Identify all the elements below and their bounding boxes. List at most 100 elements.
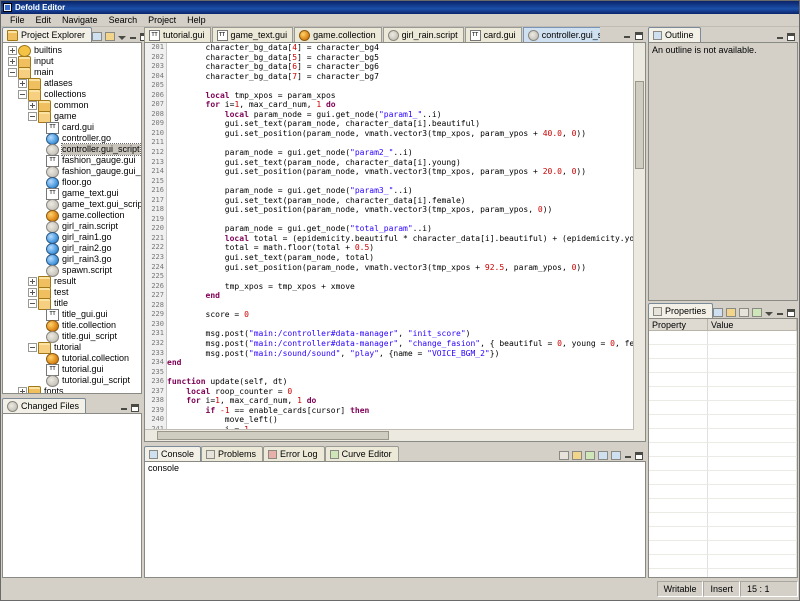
property-value-cell[interactable]: [707, 414, 797, 429]
property-name-cell[interactable]: [649, 358, 708, 373]
collapse-all-icon[interactable]: [92, 32, 103, 41]
display-selected-icon[interactable]: [598, 451, 608, 460]
tab-outline[interactable]: Outline: [648, 27, 701, 42]
properties-row[interactable]: [649, 568, 797, 577]
minimize-icon[interactable]: [623, 32, 631, 40]
maximize-icon[interactable]: [787, 308, 796, 317]
tree-item[interactable]: result: [3, 275, 141, 288]
property-name-cell[interactable]: [649, 554, 708, 569]
code-line[interactable]: score = 0: [167, 310, 634, 320]
console-tab[interactable]: Curve Editor: [324, 446, 399, 461]
editor-tab[interactable]: TT tutorial.gui: [144, 27, 211, 42]
expand-icon[interactable]: [28, 101, 37, 110]
code-line[interactable]: [167, 81, 634, 91]
console-body[interactable]: console: [144, 461, 646, 578]
property-name-cell[interactable]: [649, 400, 708, 415]
property-value-cell[interactable]: [707, 428, 797, 443]
view-menu-icon[interactable]: [118, 35, 127, 40]
property-name-cell[interactable]: [649, 568, 708, 577]
properties-row[interactable]: [649, 442, 797, 457]
tree-item[interactable]: tutorial.gui_script: [3, 374, 141, 387]
console-tab[interactable]: Problems: [201, 446, 264, 461]
property-name-cell[interactable]: [649, 484, 708, 499]
property-name-cell[interactable]: [649, 498, 708, 513]
property-value-cell[interactable]: [707, 484, 797, 499]
editor-tab[interactable]: TT game_text.gui: [211, 27, 294, 42]
minimize-icon[interactable]: [776, 309, 784, 317]
property-value-cell[interactable]: [707, 400, 797, 415]
code-line[interactable]: local roop_counter = 0: [167, 387, 634, 397]
properties-row[interactable]: [649, 414, 797, 429]
property-name-cell[interactable]: [649, 540, 708, 555]
properties-row[interactable]: [649, 372, 797, 387]
property-value-cell[interactable]: [707, 358, 797, 373]
tree-item[interactable]: controller.go: [3, 132, 141, 145]
expand-icon[interactable]: [8, 57, 17, 66]
code-line[interactable]: character_bg_data[6] = character_bg6: [167, 62, 634, 72]
code-line[interactable]: local param_node = gui.get_node("param1_…: [167, 110, 634, 120]
tree-item[interactable]: floor.go: [3, 176, 141, 189]
property-value-cell[interactable]: [707, 470, 797, 485]
tab-project-explorer[interactable]: Project Explorer: [2, 27, 93, 42]
code-line[interactable]: end: [167, 291, 634, 301]
minimize-icon[interactable]: [129, 33, 137, 41]
expand-icon[interactable]: [28, 277, 37, 286]
properties-row[interactable]: [649, 428, 797, 443]
collapse-icon[interactable]: [18, 90, 27, 99]
code-line[interactable]: local tmp_xpos = param_xpos: [167, 91, 634, 101]
maximize-icon[interactable]: [635, 451, 643, 460]
tree-item[interactable]: girl_rain1.go: [3, 231, 141, 244]
editor-body[interactable]: 201 202 203 204 205 206 207 208 209 210 211 212 213 2…: [144, 42, 646, 442]
view-menu-icon[interactable]: [765, 311, 774, 316]
menu-help[interactable]: Help: [182, 14, 212, 26]
code-line[interactable]: gui.set_position(param_node, vmath.vecto…: [167, 129, 634, 139]
code-line[interactable]: gui.set_text(param_node, total): [167, 253, 634, 263]
property-name-cell[interactable]: [649, 526, 708, 541]
tree-item[interactable]: spawn.script: [3, 264, 141, 277]
code-line[interactable]: param_node = gui.get_node("total_param".…: [167, 224, 634, 234]
collapse-icon[interactable]: [28, 112, 37, 121]
tree-item[interactable]: game: [3, 110, 141, 123]
tree-item[interactable]: main: [3, 66, 141, 79]
tree-item[interactable]: game_text.gui_script: [3, 198, 141, 211]
menu-edit[interactable]: Edit: [31, 14, 58, 26]
open-console-icon[interactable]: [611, 451, 621, 460]
property-value-cell[interactable]: [707, 386, 797, 401]
code-area[interactable]: 201 202 203 204 205 206 207 208 209 210 211 212 213 2…: [145, 43, 634, 430]
menu-file[interactable]: File: [5, 14, 31, 26]
expand-icon[interactable]: [18, 79, 27, 88]
horizontal-scroll-thumb[interactable]: [157, 431, 389, 440]
vertical-scroll-thumb[interactable]: [635, 81, 644, 169]
tree-item[interactable]: TT title_gui.gui: [3, 308, 141, 321]
link-with-editor-icon[interactable]: [105, 32, 116, 41]
tree-item[interactable]: common: [3, 99, 141, 112]
code-text[interactable]: character_bg_data[4] = character_bg4 cha…: [167, 43, 634, 430]
tree-item[interactable]: title.collection: [3, 319, 141, 332]
property-name-cell[interactable]: [649, 386, 708, 401]
new-tab-icon[interactable]: [752, 308, 763, 317]
property-name-cell[interactable]: [649, 456, 708, 471]
properties-row[interactable]: [649, 358, 797, 373]
properties-row[interactable]: [649, 386, 797, 401]
code-line[interactable]: [167, 272, 634, 282]
property-value-cell[interactable]: [707, 442, 797, 457]
code-line[interactable]: for i=1, max_card_num, 1 do: [167, 100, 634, 110]
code-line[interactable]: msg.post("main:/controller#data-manager"…: [167, 339, 634, 349]
editor-vertical-scrollbar[interactable]: [633, 43, 645, 430]
code-line[interactable]: [167, 138, 634, 148]
tree-item[interactable]: test: [3, 286, 141, 299]
menu-navigate[interactable]: Navigate: [57, 14, 104, 26]
property-value-cell[interactable]: [707, 330, 797, 345]
property-name-cell[interactable]: [649, 512, 708, 527]
tree-item[interactable]: tutorial: [3, 341, 141, 354]
properties-row[interactable]: [649, 470, 797, 485]
property-value-cell[interactable]: [707, 456, 797, 471]
property-name-cell[interactable]: [649, 470, 708, 485]
code-line[interactable]: gui.set_text(param_node, character_data[…: [167, 158, 634, 168]
properties-row[interactable]: [649, 330, 797, 345]
tree-item[interactable]: title.gui_script: [3, 330, 141, 343]
tree-item[interactable]: collections: [3, 88, 141, 101]
property-value-cell[interactable]: [707, 526, 797, 541]
code-line[interactable]: total = math.floor(total + 0.5): [167, 243, 634, 253]
collapse-icon[interactable]: [28, 343, 37, 352]
